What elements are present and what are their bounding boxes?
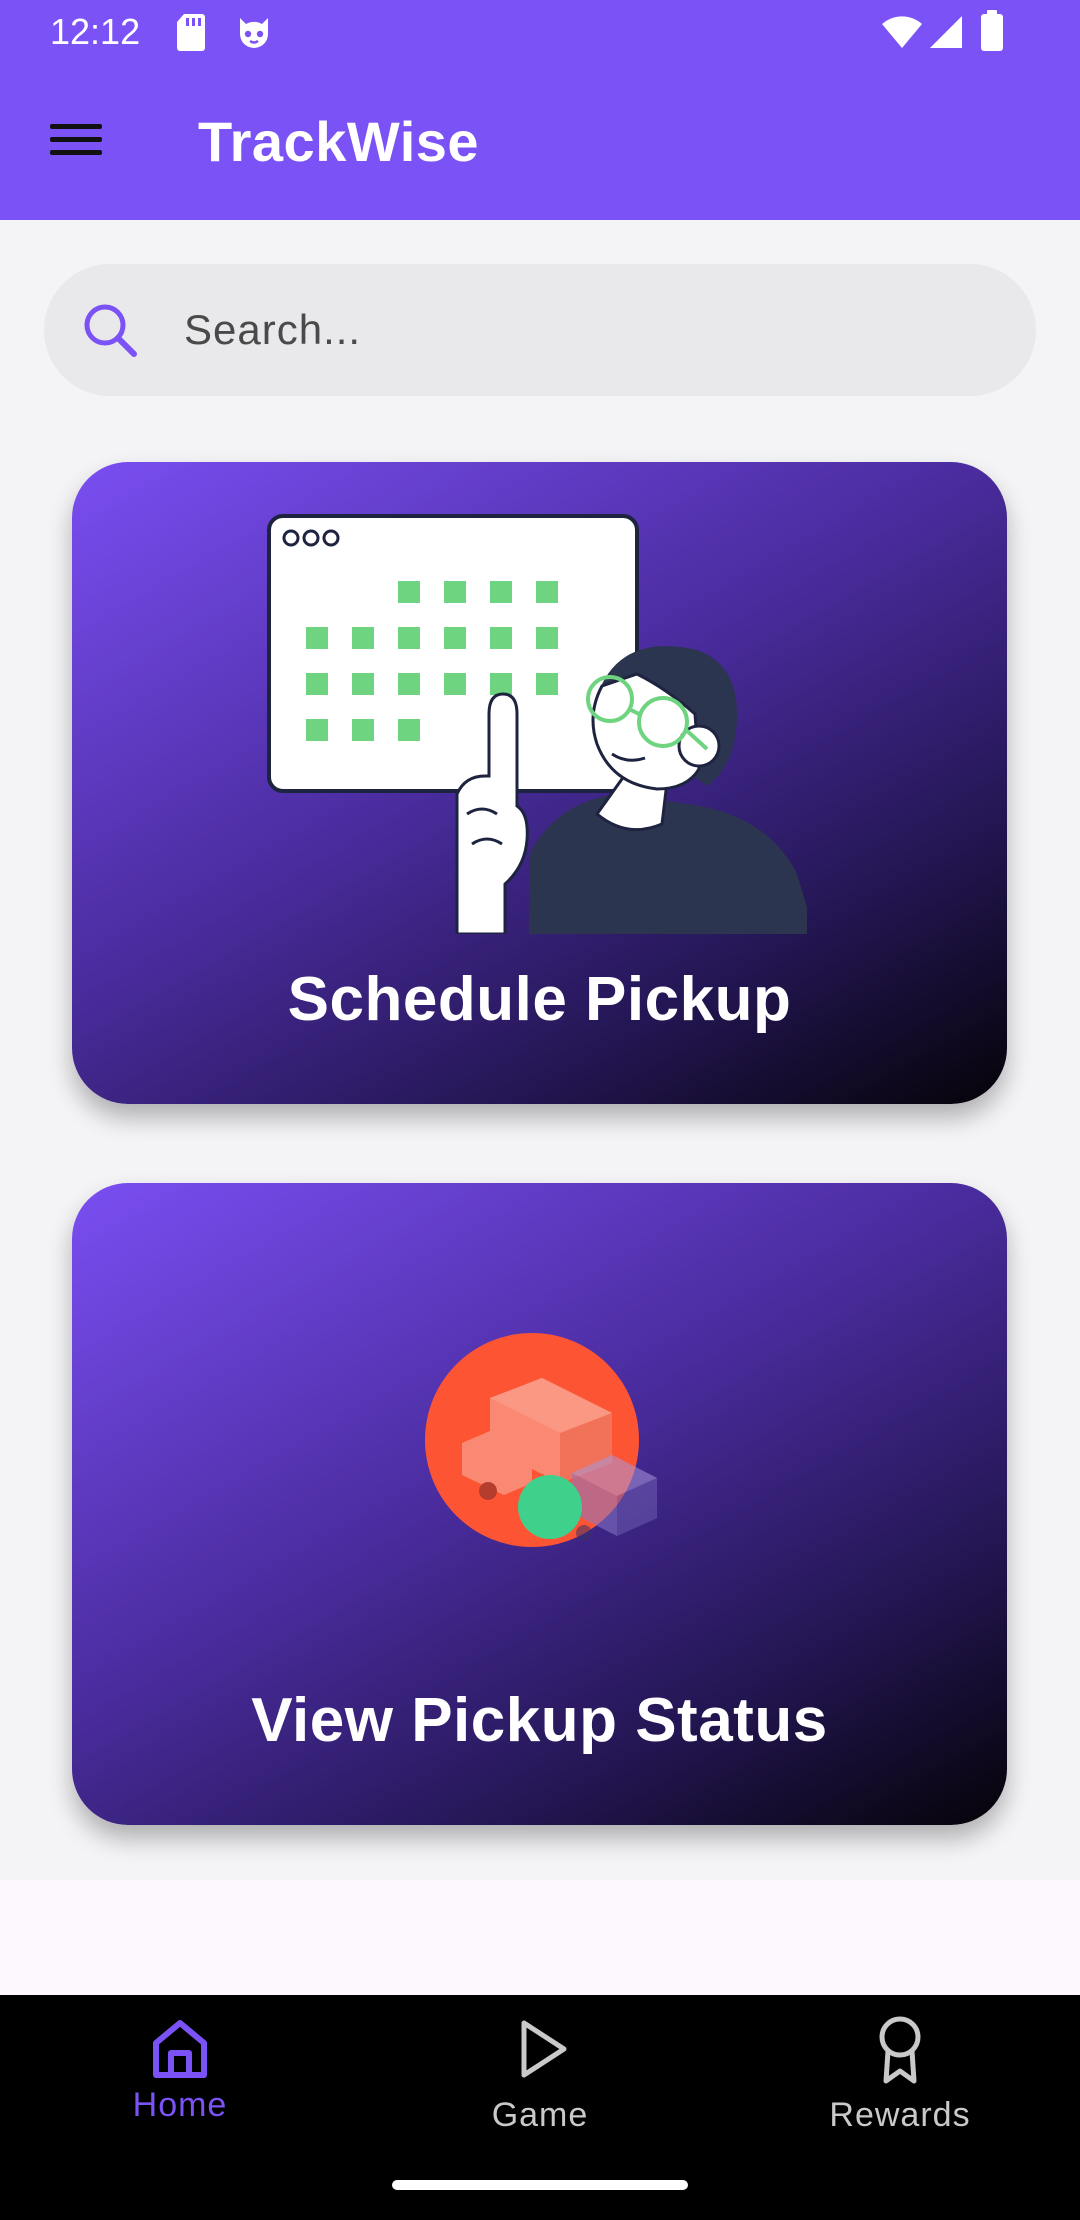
home-icon — [144, 2013, 216, 2085]
nav-item-game[interactable]: Game — [390, 2013, 690, 2153]
schedule-pickup-label: Schedule Pickup — [287, 965, 792, 1034]
status-time: 12:12 — [50, 11, 141, 52]
sd-card-icon — [176, 12, 206, 57]
nav-label-game: Game — [491, 2096, 589, 2134]
signal-icon — [928, 14, 964, 55]
gesture-navigation-bar[interactable] — [392, 2180, 688, 2190]
app-bar: TrackWise — [0, 64, 1080, 220]
wifi-icon — [880, 14, 924, 55]
calendar-person-illustration — [267, 514, 807, 934]
view-pickup-status-label: View Pickup Status — [251, 1686, 828, 1755]
search-input[interactable] — [184, 294, 984, 366]
hamburger-menu-icon — [50, 120, 102, 165]
play-icon — [504, 2013, 576, 2085]
search-icon — [80, 300, 140, 360]
battery-icon — [980, 10, 1004, 57]
delivery-truck-illustration — [425, 1333, 657, 1547]
view-pickup-status-card[interactable]: View Pickup Status — [72, 1183, 1007, 1825]
menu-button[interactable] — [36, 106, 116, 178]
app-title: TrackWise — [198, 110, 480, 173]
bottom-navigation: Home Game Rewards — [0, 1995, 1080, 2220]
schedule-pickup-card[interactable]: Schedule Pickup — [72, 462, 1007, 1104]
nav-label-rewards: Rewards — [829, 2096, 971, 2134]
status-bar: 12:12 — [0, 0, 1080, 64]
award-ribbon-icon — [864, 2013, 936, 2085]
search-bar[interactable] — [44, 264, 1036, 396]
nav-item-home[interactable]: Home — [30, 2013, 330, 2153]
debug-cat-icon — [234, 12, 274, 57]
nav-label-home: Home — [132, 2086, 228, 2124]
nav-item-rewards[interactable]: Rewards — [750, 2013, 1050, 2153]
content-bottom-spacer — [0, 1880, 1080, 1995]
